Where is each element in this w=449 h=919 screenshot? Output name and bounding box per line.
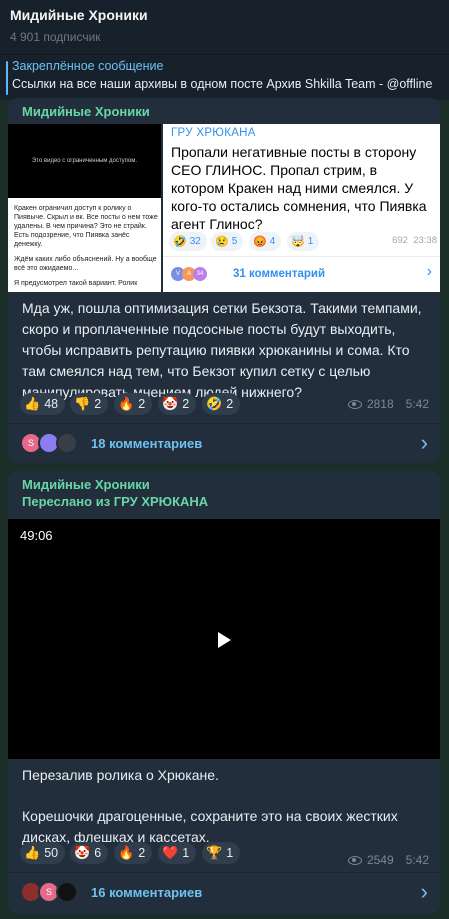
quoted-comments-label: 31 комментарий <box>233 268 326 280</box>
reaction-fire[interactable]: 🔥 2 <box>114 393 153 415</box>
laughing-emoji-icon: 🤣 <box>206 396 223 411</box>
pinned-indicator <box>6 61 8 95</box>
forwarded-from[interactable]: Переслано из ГРУ ХРЮКАНА <box>8 492 440 509</box>
reaction-count: 50 <box>44 846 59 860</box>
quoted-reactions: 🤣 32 😢 5 😡 4 🤯 1 692 23:38 <box>169 232 440 252</box>
comments-label: 18 комментариев <box>91 436 203 451</box>
quoted-reaction: 😡 4 <box>249 232 282 251</box>
eye-icon <box>347 855 362 865</box>
avatar <box>56 881 78 903</box>
reaction-count: 2 <box>138 397 146 411</box>
restricted-video-preview: Это видео с ограниченным доступом. <box>8 124 161 198</box>
post-author[interactable]: Мидийные Хроники <box>8 471 440 492</box>
quoted-reaction: 🤣 32 <box>169 232 207 251</box>
play-icon[interactable] <box>218 632 231 648</box>
post-text: Перезалив ролика о Хрюкане. Корешочки др… <box>8 765 440 848</box>
reaction-trophy[interactable]: 🏆 1 <box>202 842 241 864</box>
screenshot-paragraph: Ждём каких либо объяснений. Ну а вообще … <box>14 256 157 272</box>
quoted-post-image[interactable]: ГРУ ХРЮКАНА Пропали негативные посты в с… <box>163 124 440 292</box>
restricted-video-caption: Это видео с ограниченным доступом. <box>31 158 138 164</box>
pinned-text: Ссылки на все наши архивы в одном посте … <box>12 77 433 91</box>
view-count: 2818 <box>366 397 394 411</box>
comments-bar[interactable]: S 18 комментариев › <box>8 423 440 463</box>
reaction-count: 2 <box>182 397 190 411</box>
view-count: 2549 <box>366 853 394 867</box>
quoted-views: 692 <box>392 235 408 246</box>
fire-icon: 🔥 <box>118 845 135 860</box>
post-text-line: Перезалив ролика о Хрюкане. <box>22 767 219 783</box>
comments-bar[interactable]: S 16 комментариев › <box>8 872 440 912</box>
heart-icon: ❤️ <box>162 845 179 860</box>
reactions-row: 👍 50 🤡 6 🔥 2 ❤️ 1 🏆 1 <box>20 842 320 864</box>
quoted-reaction: 🤯 1 <box>287 232 320 251</box>
thumbs-down-icon: 👎 <box>74 396 91 411</box>
reaction-heart[interactable]: ❤️ 1 <box>158 842 197 864</box>
quoted-time: 23:38 <box>413 235 437 246</box>
angry-emoji-icon: 😡 <box>253 236 267 248</box>
crying-emoji-icon: 😢 <box>215 236 229 248</box>
quoted-meta: 692 23:38 <box>392 235 437 246</box>
reaction-count: 2 <box>94 397 102 411</box>
eye-icon <box>347 399 362 409</box>
reaction-count: 5 <box>231 236 238 247</box>
chevron-right-icon: › <box>420 879 428 904</box>
trophy-icon: 🏆 <box>206 845 223 860</box>
reaction-count: 32 <box>189 236 201 247</box>
reaction-count: 1 <box>182 846 190 860</box>
reaction-thumbs-up[interactable]: 👍 48 <box>20 393 66 415</box>
avatar <box>56 432 78 454</box>
post-text: Мда уж, пошла оптимизация сетки Бекзота.… <box>22 300 422 400</box>
fire-icon: 🔥 <box>118 396 135 411</box>
reaction-count: 6 <box>94 846 102 860</box>
chevron-right-icon: › <box>426 263 432 280</box>
mind-blown-emoji-icon: 🤯 <box>291 236 305 248</box>
text-spacer <box>22 786 426 806</box>
quoted-text: Пропали негативные посты в сторону СЕО Г… <box>171 144 427 232</box>
video-player[interactable]: 49:06 <box>8 519 440 759</box>
channel-post: Мидийные Хроники Это видео с ограниченны… <box>8 98 440 463</box>
pinned-message-bar[interactable]: Закреплённое сообщение Ссылки на все наш… <box>0 54 449 100</box>
post-meta: 2818 5:42 <box>347 397 429 411</box>
video-duration: 49:06 <box>20 528 53 543</box>
reaction-count: 1 <box>226 846 234 860</box>
reaction-thumbs-down[interactable]: 👎 2 <box>70 393 109 415</box>
screenshot-text: Кракен ограничил доступ к ролику о Пиявы… <box>14 204 158 292</box>
screenshot-paragraph: Кракен ограничил доступ к ролику о Пиявы… <box>14 205 158 248</box>
post-time: 5:42 <box>405 397 429 411</box>
reaction-thumbs-up[interactable]: 👍 50 <box>20 842 66 864</box>
thumbs-up-icon: 👍 <box>24 845 41 860</box>
reaction-laughing[interactable]: 🤣 2 <box>202 393 241 415</box>
clown-icon: 🤡 <box>74 845 91 860</box>
reaction-clown[interactable]: 🤡 6 <box>70 842 109 864</box>
reaction-fire[interactable]: 🔥 2 <box>114 842 153 864</box>
post-meta: 2549 5:42 <box>347 853 429 867</box>
post-time: 5:42 <box>405 853 429 867</box>
reaction-count: 4 <box>269 236 276 247</box>
quoted-reaction: 😢 5 <box>211 232 244 251</box>
reaction-clown[interactable]: 🤡 2 <box>158 393 197 415</box>
screenshot-paragraph: Я предусмотрел такой вариант. Ролик <box>14 280 138 287</box>
quoted-comments-bar: V A 34 31 комментарий › <box>163 256 440 290</box>
channel-header[interactable]: Мидийные Хроники 4 901 подписчик <box>0 0 449 54</box>
reaction-count: 2 <box>226 397 234 411</box>
laughing-emoji-icon: 🤣 <box>173 236 187 248</box>
post-author[interactable]: Мидийные Хроники <box>8 98 440 119</box>
reaction-count: 1 <box>307 236 314 247</box>
pinned-title: Закреплённое сообщение <box>12 59 164 73</box>
reaction-count: 48 <box>44 397 59 411</box>
comments-label: 16 комментариев <box>91 885 203 900</box>
quoted-author: ГРУ ХРЮКАНА <box>171 127 256 139</box>
avatar: 34 <box>193 267 207 281</box>
reactions-row: 👍 48 👎 2 🔥 2 🤡 2 🤣 2 <box>20 393 320 415</box>
thumbs-up-icon: 👍 <box>24 396 41 411</box>
chevron-right-icon: › <box>420 430 428 455</box>
reaction-count: 2 <box>138 846 146 860</box>
screenshot-image[interactable]: Это видео с ограниченным доступом. Краке… <box>8 124 161 292</box>
channel-post: Мидийные Хроники Переслано из ГРУ ХРЮКАН… <box>8 471 440 914</box>
post-media: Это видео с ограниченным доступом. Краке… <box>8 124 440 292</box>
subscriber-count: 4 901 подписчик <box>10 30 101 44</box>
channel-title: Мидийные Хроники <box>10 7 148 23</box>
clown-icon: 🤡 <box>162 396 179 411</box>
